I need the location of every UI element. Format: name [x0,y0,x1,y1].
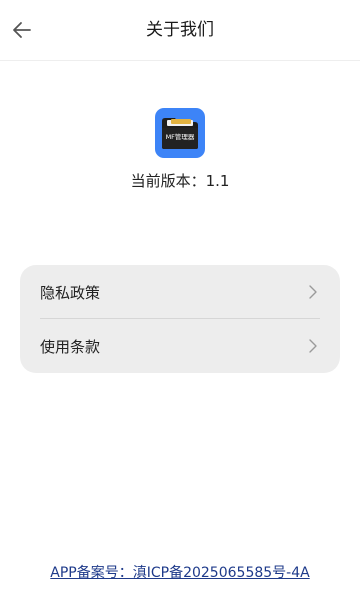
terms-of-use-item[interactable]: 使用条款 [20,319,340,373]
icp-record-link[interactable]: APP备案号：滇ICP备2025065585号-4A [0,562,360,582]
terms-of-use-label: 使用条款 [40,338,101,356]
privacy-policy-item[interactable]: 隐私政策 [20,265,340,319]
settings-card: 隐私政策 使用条款 [20,265,340,373]
app-logo: MF管理器 [155,108,205,158]
chevron-right-icon [309,339,317,353]
page-title: 关于我们 [146,20,214,40]
version-text: 当前版本：1.1 [130,172,230,190]
chevron-right-icon [309,285,317,299]
app-logo-text: MF管理器 [166,132,195,141]
privacy-policy-label: 隐私政策 [40,284,101,302]
folder-icon: MF管理器 [162,118,198,149]
top-app-bar: 关于我们 [0,0,360,61]
